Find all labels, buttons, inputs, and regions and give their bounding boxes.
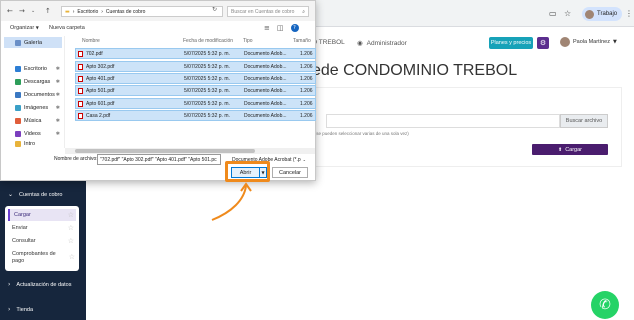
- annotation-arrow: [211, 182, 252, 221]
